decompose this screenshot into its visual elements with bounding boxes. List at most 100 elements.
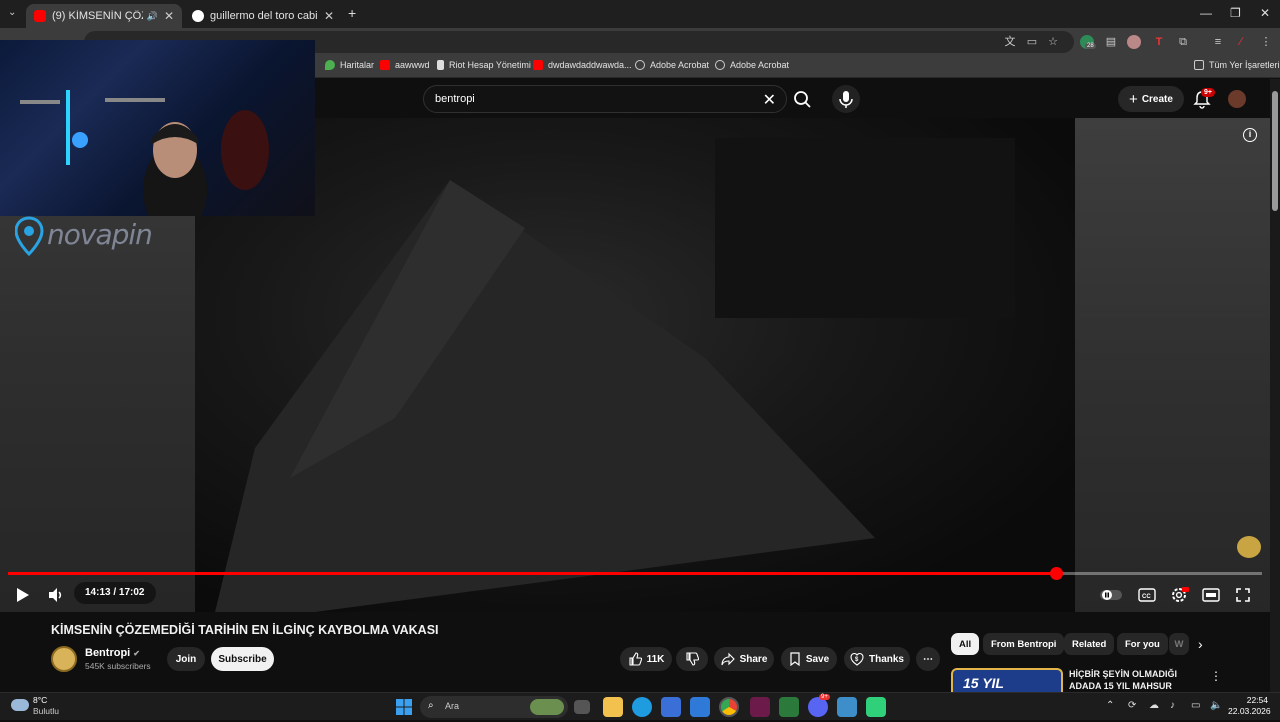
search-input[interactable]: bentropi <box>435 93 475 105</box>
tray-overflow-chevron-icon[interactable]: ⌃ <box>1106 700 1114 711</box>
tray-app-icon[interactable]: ♪ <box>1170 700 1175 711</box>
extension-icon[interactable]: T <box>1152 35 1166 49</box>
file-explorer-icon[interactable] <box>603 697 623 717</box>
info-icon[interactable]: i <box>1243 128 1257 142</box>
video-frame[interactable] <box>195 118 1075 612</box>
minimize-icon[interactable]: — <box>1200 6 1212 20</box>
tray-app-icon[interactable]: ☁ <box>1149 700 1159 711</box>
join-button[interactable]: Join <box>167 647 205 671</box>
more-actions-icon: ⋯ <box>923 653 933 665</box>
channel-name[interactable]: Bentropi ✔ <box>85 647 140 659</box>
channel-avatar[interactable] <box>51 646 77 672</box>
task-view-icon[interactable] <box>574 700 590 714</box>
bookmark-item[interactable]: Haritalar <box>325 60 374 70</box>
search-button[interactable] <box>787 85 817 113</box>
audio-playing-icon[interactable]: 🔊 <box>147 11 158 22</box>
bookmark-item[interactable]: Adobe Acrobat <box>635 60 709 70</box>
tab-youtube[interactable]: (9) KİMSENİN ÇÖZEMEDİĞİ 🔊 ✕ <box>26 4 182 28</box>
play-button[interactable] <box>11 584 33 606</box>
like-button[interactable]: 11K <box>620 647 672 671</box>
search-box[interactable]: bentropi ✕ <box>423 85 787 113</box>
tab-list-chevron-icon[interactable]: ⌄ <box>8 7 16 18</box>
app-icon[interactable] <box>866 697 886 717</box>
create-button[interactable]: + Create <box>1118 86 1184 112</box>
scrollbar-thumb[interactable] <box>1272 91 1278 211</box>
maps-pin-icon <box>325 60 335 70</box>
page-scrollbar[interactable] <box>1270 79 1280 692</box>
close-tab-icon[interactable]: ✕ <box>164 9 174 23</box>
extension-icon[interactable] <box>1127 35 1141 49</box>
taskbar-search[interactable]: ⌕ Ara <box>420 696 568 718</box>
share-button[interactable]: Share <box>714 647 774 671</box>
weather-cloud-icon[interactable] <box>11 699 29 711</box>
edge-icon[interactable] <box>632 697 652 717</box>
weather-temperature[interactable]: 8°C <box>33 695 47 705</box>
store-icon[interactable] <box>661 697 681 717</box>
bookmark-icon <box>790 652 800 666</box>
mail-icon[interactable] <box>690 697 710 717</box>
taskbar-clock[interactable]: 22:54 22.03.2026 <box>1228 695 1271 717</box>
volume-button[interactable] <box>44 584 66 606</box>
close-tab-icon[interactable]: ✕ <box>324 9 334 23</box>
gear-icon <box>1172 587 1189 602</box>
autoplay-toggle[interactable] <box>1098 584 1124 606</box>
extensions-puzzle-icon[interactable]: ⧉ <box>1176 35 1190 49</box>
windows-start-icon[interactable] <box>394 697 414 717</box>
translate-icon[interactable]: 文 <box>1003 35 1017 49</box>
close-window-icon[interactable]: ✕ <box>1260 6 1270 20</box>
subscribe-button[interactable]: Subscribe <box>211 647 274 671</box>
chip-related[interactable]: Related <box>1064 633 1115 655</box>
weather-description[interactable]: Bulutlu <box>33 706 59 716</box>
bookmark-star-icon[interactable]: ☆ <box>1046 35 1060 49</box>
chip-all[interactable]: All <box>951 633 980 655</box>
profile-icon[interactable]: ∕ <box>1234 35 1248 49</box>
watch-metadata: KİMSENİN ÇÖZEMEDİĞİ TARİHİN EN İLGİNÇ KA… <box>0 612 1270 692</box>
recommendation-menu-icon[interactable]: ⋮ <box>1210 669 1222 683</box>
fullscreen-button[interactable] <box>1230 584 1256 606</box>
thanks-button[interactable]: $ Thanks <box>844 647 910 671</box>
bookmark-item[interactable]: Riot Hesap Yönetimi <box>437 60 531 70</box>
reading-list-icon[interactable]: ≡ <box>1211 35 1225 49</box>
cast-icon[interactable]: ▭ <box>1025 35 1039 49</box>
chrome-icon[interactable] <box>719 697 739 717</box>
app-icon[interactable] <box>779 697 799 717</box>
clear-search-icon[interactable]: ✕ <box>763 90 776 110</box>
theater-mode-button[interactable] <box>1198 584 1224 606</box>
bookmark-item[interactable]: dwdawdaddwawda... <box>533 60 632 70</box>
voice-search-button[interactable] <box>832 85 860 113</box>
new-tab-button[interactable]: + <box>348 5 356 21</box>
progress-bar[interactable] <box>8 567 1262 580</box>
display-icon[interactable]: ▭ <box>1191 700 1200 711</box>
account-avatar[interactable] <box>1228 90 1246 108</box>
save-button[interactable]: Save <box>781 647 837 671</box>
chip-partial[interactable]: W <box>1169 633 1189 655</box>
bookmark-item[interactable]: Adobe Acrobat <box>715 60 789 70</box>
discord-icon[interactable] <box>808 697 828 717</box>
chip-for-you[interactable]: For you <box>1117 633 1168 655</box>
tray-app-icon[interactable]: ⟳ <box>1128 700 1136 711</box>
app-icon[interactable] <box>750 697 770 717</box>
settings-button[interactable] <box>1166 584 1192 606</box>
extension-icon[interactable]: ▤ <box>1104 35 1118 49</box>
chips-next-chevron-icon[interactable]: › <box>1198 636 1203 652</box>
chip-label: For you <box>1125 638 1160 650</box>
menu-kebab-icon[interactable]: ⋮ <box>1259 35 1273 49</box>
bookmark-item[interactable]: aawwwd <box>380 60 430 70</box>
thumbnail-text: 15 YIL <box>963 675 1004 691</box>
chip-from-channel[interactable]: From Bentropi <box>983 633 1065 655</box>
folder-icon <box>1194 60 1204 70</box>
dislike-button[interactable] <box>676 647 708 671</box>
tab-google-search[interactable]: guillermo del toro cabinet of cu ✕ <box>184 4 342 28</box>
more-actions-button[interactable]: ⋯ <box>916 647 940 671</box>
plus-icon: + <box>1129 90 1138 108</box>
restore-icon[interactable]: ❐ <box>1230 6 1241 20</box>
recommendation-thumbnail[interactable]: 15 YIL <box>951 668 1063 692</box>
subtitles-button[interactable]: CC <box>1134 584 1160 606</box>
channel-name-text: Bentropi <box>85 647 131 659</box>
recommendation-title[interactable]: HİÇBİR ŞEYİN OLMADIĞI ADADA 15 YIL MAHSU… <box>1069 668 1179 692</box>
app-icon[interactable] <box>837 697 857 717</box>
bookmark-label: dwdawdaddwawda... <box>548 60 632 70</box>
speaker-icon[interactable]: 🔈 <box>1210 700 1222 711</box>
streamer-webcam-overlay <box>0 40 315 216</box>
all-bookmarks[interactable]: Tüm Yer İşaretleri <box>1194 60 1280 70</box>
